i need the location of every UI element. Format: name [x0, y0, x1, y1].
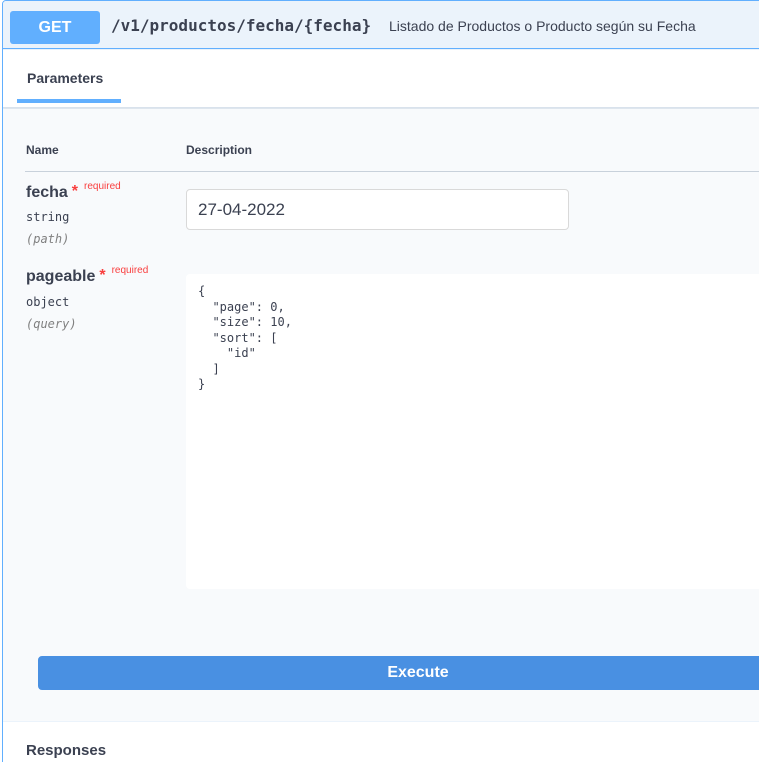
tab-parameters[interactable]: Parameters — [27, 70, 103, 86]
parameters-tab-header: Parameters — [3, 50, 759, 108]
header-divider — [25, 171, 759, 172]
operation-summary-text: Listado de Productos o Producto según su… — [389, 18, 696, 34]
required-label: required — [84, 181, 121, 192]
execute-button[interactable]: Execute — [38, 656, 759, 690]
param-type-fecha: string — [26, 210, 70, 224]
param-name-label: fecha — [26, 184, 68, 201]
operation-path: /v1/productos/fecha/{fecha} — [111, 16, 372, 35]
method-badge: GET — [10, 11, 100, 44]
param-location-pageable: (query) — [26, 317, 77, 331]
tab-active-indicator — [17, 99, 121, 103]
required-star: * — [71, 183, 79, 200]
pageable-json-editor[interactable]: { "page": 0, "size": 10, "sort": [ "id" … — [186, 274, 759, 589]
description-column-header: Description — [186, 143, 253, 157]
param-type-pageable: object — [26, 295, 70, 309]
param-name-label: pageable — [26, 268, 96, 285]
name-column-header: Name — [26, 143, 59, 157]
operation-block-get: GET /v1/productos/fecha/{fecha} Listado … — [2, 0, 759, 762]
required-star: * — [99, 267, 106, 284]
fecha-input[interactable] — [186, 189, 569, 230]
param-name-pageable: pageable * required — [26, 265, 149, 286]
responses-section: Responses — [2, 722, 759, 762]
required-label: required — [111, 265, 149, 276]
responses-heading: Responses — [26, 742, 107, 759]
param-location-fecha: (path) — [26, 232, 70, 246]
param-name-fecha: fecha * required — [26, 181, 121, 202]
operation-summary[interactable]: GET /v1/productos/fecha/{fecha} Listado … — [3, 1, 759, 49]
